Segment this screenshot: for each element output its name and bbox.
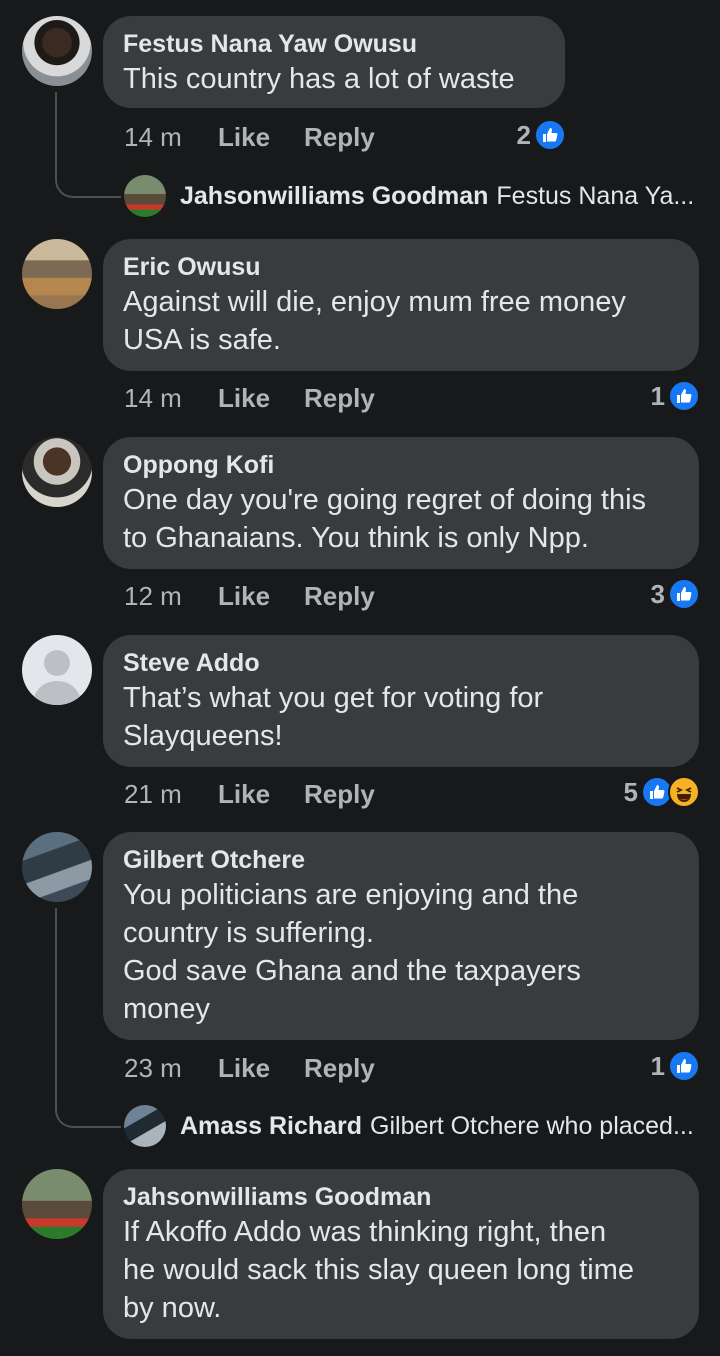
avatar[interactable] (22, 635, 92, 705)
comment-author[interactable]: Steve Addo (123, 647, 679, 679)
reaction-summary[interactable]: 1 (651, 1050, 700, 1082)
comment-author[interactable]: Oppong Kofi (123, 449, 679, 481)
avatar[interactable] (22, 239, 92, 309)
comment-time[interactable]: 23 m (124, 1053, 218, 1083)
reaction-summary[interactable]: 5 (624, 776, 700, 808)
comment-text: That’s what you get for voting for Slayq… (123, 682, 544, 752)
reaction-summary[interactable]: 1 (651, 380, 700, 412)
reply-button[interactable]: Reply (304, 383, 375, 413)
comment-bubble: Oppong Kofi One day you're going regret … (103, 437, 699, 569)
reaction-count: 2 (516, 120, 531, 150)
like-button[interactable]: Like (218, 383, 304, 413)
comment-bubble: Jahsonwilliams Goodman If Akoffo Addo wa… (103, 1169, 699, 1339)
haha-icon (668, 776, 700, 808)
comment-bubble: Eric Owusu Against will die, enjoy mum f… (103, 239, 699, 371)
like-button[interactable]: Like (218, 779, 304, 809)
avatar[interactable] (22, 832, 92, 902)
comment-actions: 14 m Like Reply 1 (124, 380, 700, 413)
comment-time[interactable]: 14 m (124, 383, 218, 413)
like-icon (668, 380, 700, 412)
reaction-count: 5 (623, 777, 638, 807)
comment-bubble: Gilbert Otchere You politicians are enjo… (103, 832, 699, 1040)
like-button[interactable]: Like (218, 1053, 304, 1083)
reply-preview[interactable]: Amass Richard Gilbert Otchere who placed… (124, 1104, 694, 1148)
comment-author[interactable]: Festus Nana Yaw Owusu (123, 28, 545, 60)
like-button[interactable]: Like (218, 122, 304, 152)
like-button[interactable]: Like (218, 581, 304, 611)
reaction-count: 3 (650, 579, 665, 609)
avatar[interactable] (22, 437, 92, 507)
reply-author: Jahsonwilliams Goodman (180, 181, 489, 210)
avatar[interactable] (22, 16, 92, 86)
reply-snippet: Gilbert Otchere who placed... (370, 1111, 694, 1140)
avatar[interactable] (22, 1169, 92, 1239)
reply-button[interactable]: Reply (304, 1053, 375, 1083)
reply-snippet: Festus Nana Ya... (496, 181, 695, 210)
comment-actions: 23 m Like Reply 1 (124, 1050, 700, 1083)
reply-button[interactable]: Reply (304, 581, 375, 611)
comment-text: One day you're going regret of doing thi… (123, 484, 647, 554)
comment-time[interactable]: 14 m (124, 122, 218, 152)
reply-button[interactable]: Reply (304, 122, 375, 152)
reply-author: Amass Richard (180, 1111, 363, 1140)
reaction-summary[interactable]: 3 (651, 578, 700, 610)
reply-button[interactable]: Reply (304, 779, 375, 809)
comment-text: Against will die, enjoy mum free money U… (123, 286, 626, 356)
avatar (124, 1105, 166, 1147)
comment-actions: 14 m Like Reply 2 (124, 119, 566, 152)
reaction-count: 1 (650, 381, 665, 411)
reply-thread-line (55, 92, 121, 198)
comment-text: This country has a lot of waste (123, 63, 515, 95)
like-icon (668, 578, 700, 610)
like-icon (534, 119, 566, 151)
like-icon (668, 1050, 700, 1082)
default-avatar-icon (32, 650, 82, 705)
comment-author[interactable]: Eric Owusu (123, 251, 679, 283)
comment-time[interactable]: 21 m (124, 779, 218, 809)
comment-actions: 21 m Like Reply 5 (124, 776, 700, 809)
comment-bubble: Steve Addo That’s what you get for votin… (103, 635, 699, 767)
comment-time[interactable]: 12 m (124, 581, 218, 611)
comment-text: You politicians are enjoying and the cou… (123, 879, 581, 1025)
comment-bubble: Festus Nana Yaw Owusu This country has a… (103, 16, 565, 108)
comment-author[interactable]: Gilbert Otchere (123, 844, 679, 876)
comment-actions: 12 m Like Reply 3 (124, 578, 700, 611)
reply-preview[interactable]: Jahsonwilliams Goodman Festus Nana Ya... (124, 174, 694, 218)
reaction-summary[interactable]: 2 (517, 119, 566, 151)
comment-author[interactable]: Jahsonwilliams Goodman (123, 1181, 679, 1213)
avatar (124, 175, 166, 217)
reaction-count: 1 (650, 1051, 665, 1081)
comment-text: If Akoffo Addo was thinking right, then … (123, 1216, 635, 1324)
